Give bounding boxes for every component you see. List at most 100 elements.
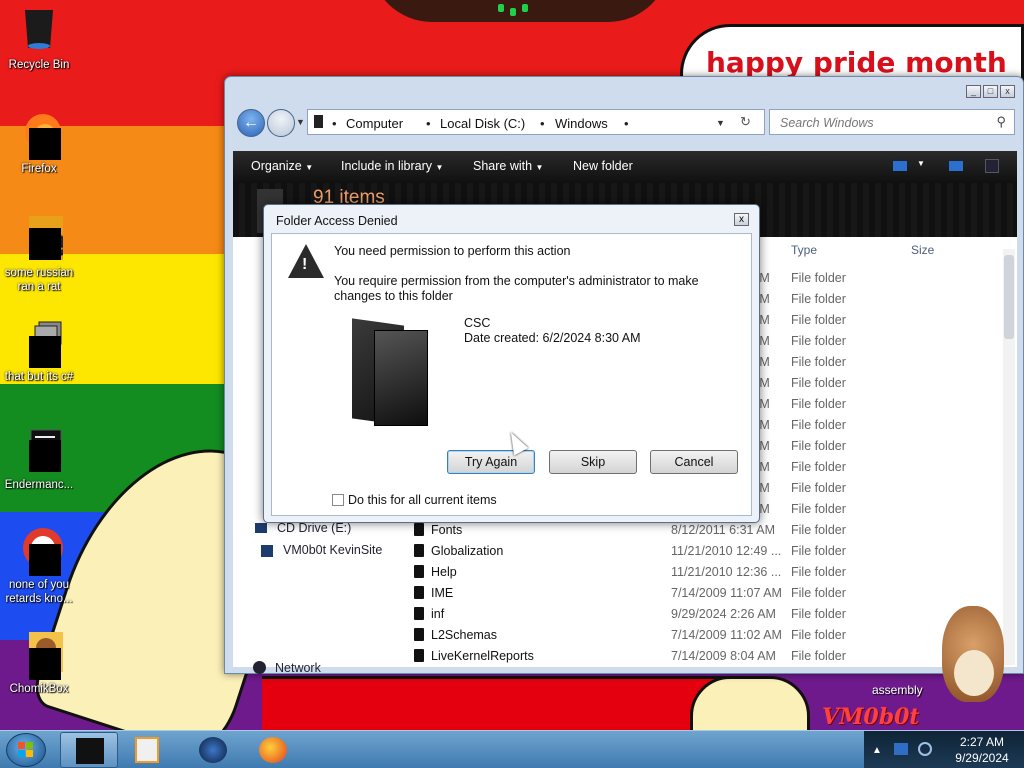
desktop-icon-label: none of you retards kno... <box>5 579 73 605</box>
close-button[interactable]: x <box>1000 85 1015 98</box>
cell-type: File folder <box>791 313 846 327</box>
cell-date: 11/21/2010 12:49 ... <box>671 544 782 558</box>
scrollbar-thumb[interactable] <box>1004 255 1014 339</box>
breadcrumb-separator-icon: • <box>540 116 545 131</box>
table-row[interactable]: LiveKernelReports 7/14/2009 8:04 AM File f… <box>233 646 993 667</box>
clock[interactable]: 2:27 AM 9/29/2024 <box>942 734 1022 766</box>
table-row[interactable]: IME 7/14/2009 11:07 AM File folder <box>233 583 993 604</box>
taskbar-media-player[interactable] <box>118 732 176 768</box>
cell-type: File folder <box>791 418 846 432</box>
share-with-menu[interactable]: Share with ▼ <box>473 159 543 173</box>
organize-menu[interactable]: Organize ▼ <box>251 159 313 173</box>
shortcut-overlay <box>29 228 61 260</box>
apply-all-label[interactable]: Do this for all current items <box>348 493 497 507</box>
folder-icon <box>414 523 424 536</box>
cell-type: File folder <box>791 271 846 285</box>
apply-all-checkbox[interactable] <box>332 494 344 506</box>
table-row[interactable]: Help 11/21/2010 12:36 ... File folder <box>233 562 993 583</box>
breadcrumb-windows[interactable]: Windows <box>555 116 608 131</box>
address-bar[interactable]: • Computer • Local Disk (C:) • Windows •… <box>307 109 765 135</box>
volume-tray-icon[interactable] <box>918 742 932 756</box>
taskbar-firefox[interactable] <box>244 732 302 768</box>
search-icon[interactable]: ⚲ <box>996 114 1006 130</box>
desktop-icon-recycle-bin[interactable]: Recycle Bin <box>0 6 78 72</box>
command-bar: Organize ▼ Include in library ▼ Share wi… <box>233 151 1017 183</box>
system-tray: ▲ 2:27 AM 9/29/2024 <box>864 731 1024 768</box>
column-type[interactable]: Type <box>791 243 817 257</box>
search-placeholder: Search Windows <box>780 116 874 130</box>
start-button[interactable] <box>6 733 46 767</box>
cell-name: Globalization <box>431 544 504 558</box>
chevron-down-icon: ▼ <box>535 163 544 172</box>
media-player-icon <box>135 737 159 763</box>
ie-icon: e <box>15 214 68 263</box>
include-library-menu[interactable]: Include in library ▼ <box>341 159 443 173</box>
show-hidden-icons-icon[interactable]: ▲ <box>872 745 882 756</box>
table-row[interactable]: L2Schemas 7/14/2009 11:02 AM File folder <box>233 625 993 646</box>
help-icon[interactable] <box>985 159 999 173</box>
cell-type: File folder <box>791 649 846 663</box>
cell-type: File folder <box>791 523 846 537</box>
cell-type: File folder <box>791 565 846 579</box>
shortcut-overlay <box>29 440 61 472</box>
skip-button[interactable]: Skip <box>549 450 637 474</box>
vertical-scrollbar[interactable] <box>1003 249 1015 665</box>
breadcrumb-local-disk[interactable]: Local Disk (C:) <box>440 116 525 131</box>
view-icon[interactable] <box>893 161 907 171</box>
refresh-icon[interactable]: ↻ <box>740 114 751 130</box>
terminal-icon <box>15 426 63 474</box>
cell-name: inf <box>431 607 445 621</box>
desktop-icon-label: some russian ran a rat <box>4 267 74 293</box>
folder-icon <box>414 586 424 599</box>
breadcrumb-computer[interactable]: Computer <box>346 116 403 131</box>
maximize-button[interactable]: □ <box>983 85 998 98</box>
desktop-icon-russian-rat[interactable]: e some russian ran a rat <box>0 214 78 294</box>
clock-time: 2:27 AM <box>959 735 1005 749</box>
preview-pane-icon[interactable] <box>949 161 963 171</box>
back-button[interactable]: ← <box>237 109 265 137</box>
folder-access-denied-dialog[interactable]: Folder Access Denied x ! You need permis… <box>263 204 760 523</box>
led-mark <box>498 4 504 12</box>
desktop-icon-none-of-you[interactable]: none of you retards kno... <box>0 526 78 606</box>
dialog-close-button[interactable]: x <box>734 213 749 226</box>
warning-mark: ! <box>302 256 308 273</box>
view-dropdown-icon[interactable]: ▼ <box>917 159 925 168</box>
cell-type: File folder <box>791 460 846 474</box>
folder-icon <box>414 544 424 557</box>
recent-pages-dropdown-icon[interactable]: ▼ <box>296 117 305 127</box>
desktop-icon-csharp[interactable]: that but its c# <box>0 318 78 384</box>
desktop-icon-endermanch[interactable]: Endermanc... <box>0 426 78 492</box>
cell-type: File folder <box>791 607 846 621</box>
organize-label: Organize <box>251 159 302 173</box>
breadcrumb-separator-icon: • <box>624 116 629 131</box>
table-row[interactable]: Globalization 11/21/2010 12:49 ... File fo… <box>233 541 993 562</box>
table-row[interactable]: Fonts 8/12/2011 6:31 AM File folder <box>233 520 993 541</box>
cell-type: File folder <box>791 628 846 642</box>
search-box[interactable]: Search Windows ⚲ <box>769 109 1015 135</box>
minimize-button[interactable]: _ <box>966 85 981 98</box>
try-again-button[interactable]: Try Again <box>447 450 535 474</box>
new-folder-button[interactable]: New folder <box>573 159 633 173</box>
cell-name: Fonts <box>431 523 463 537</box>
folder-icon <box>414 628 424 641</box>
desktop-icon-label: ChomikBox <box>9 683 69 695</box>
taskbar-ie[interactable] <box>184 732 242 768</box>
desktop-icon-label: that but its c# <box>4 371 74 383</box>
cancel-button[interactable]: Cancel <box>650 450 738 474</box>
shortcut-overlay <box>29 128 61 160</box>
address-dropdown-icon[interactable]: ▼ <box>716 118 725 128</box>
cell-date: 7/14/2009 11:02 AM <box>671 628 782 642</box>
folder-icon <box>414 565 424 578</box>
desktop-icon-label: Firefox <box>21 163 57 175</box>
forward-button[interactable] <box>267 109 295 137</box>
folder-date-created: Date created: 6/2/2024 8:30 AM <box>464 331 641 345</box>
hamster-belly <box>954 650 994 696</box>
desktop-icon-firefox[interactable]: Firefox <box>0 110 78 176</box>
include-label: Include in library <box>341 159 433 173</box>
led-mark <box>522 4 528 12</box>
desktop-icon-chomikbox[interactable]: ChomikBox <box>0 630 78 696</box>
table-row[interactable]: inf 9/29/2024 2:26 AM File folder <box>233 604 993 625</box>
column-size[interactable]: Size <box>911 243 934 257</box>
taskbar-explorer[interactable] <box>60 732 118 768</box>
network-tray-icon[interactable] <box>894 743 908 755</box>
